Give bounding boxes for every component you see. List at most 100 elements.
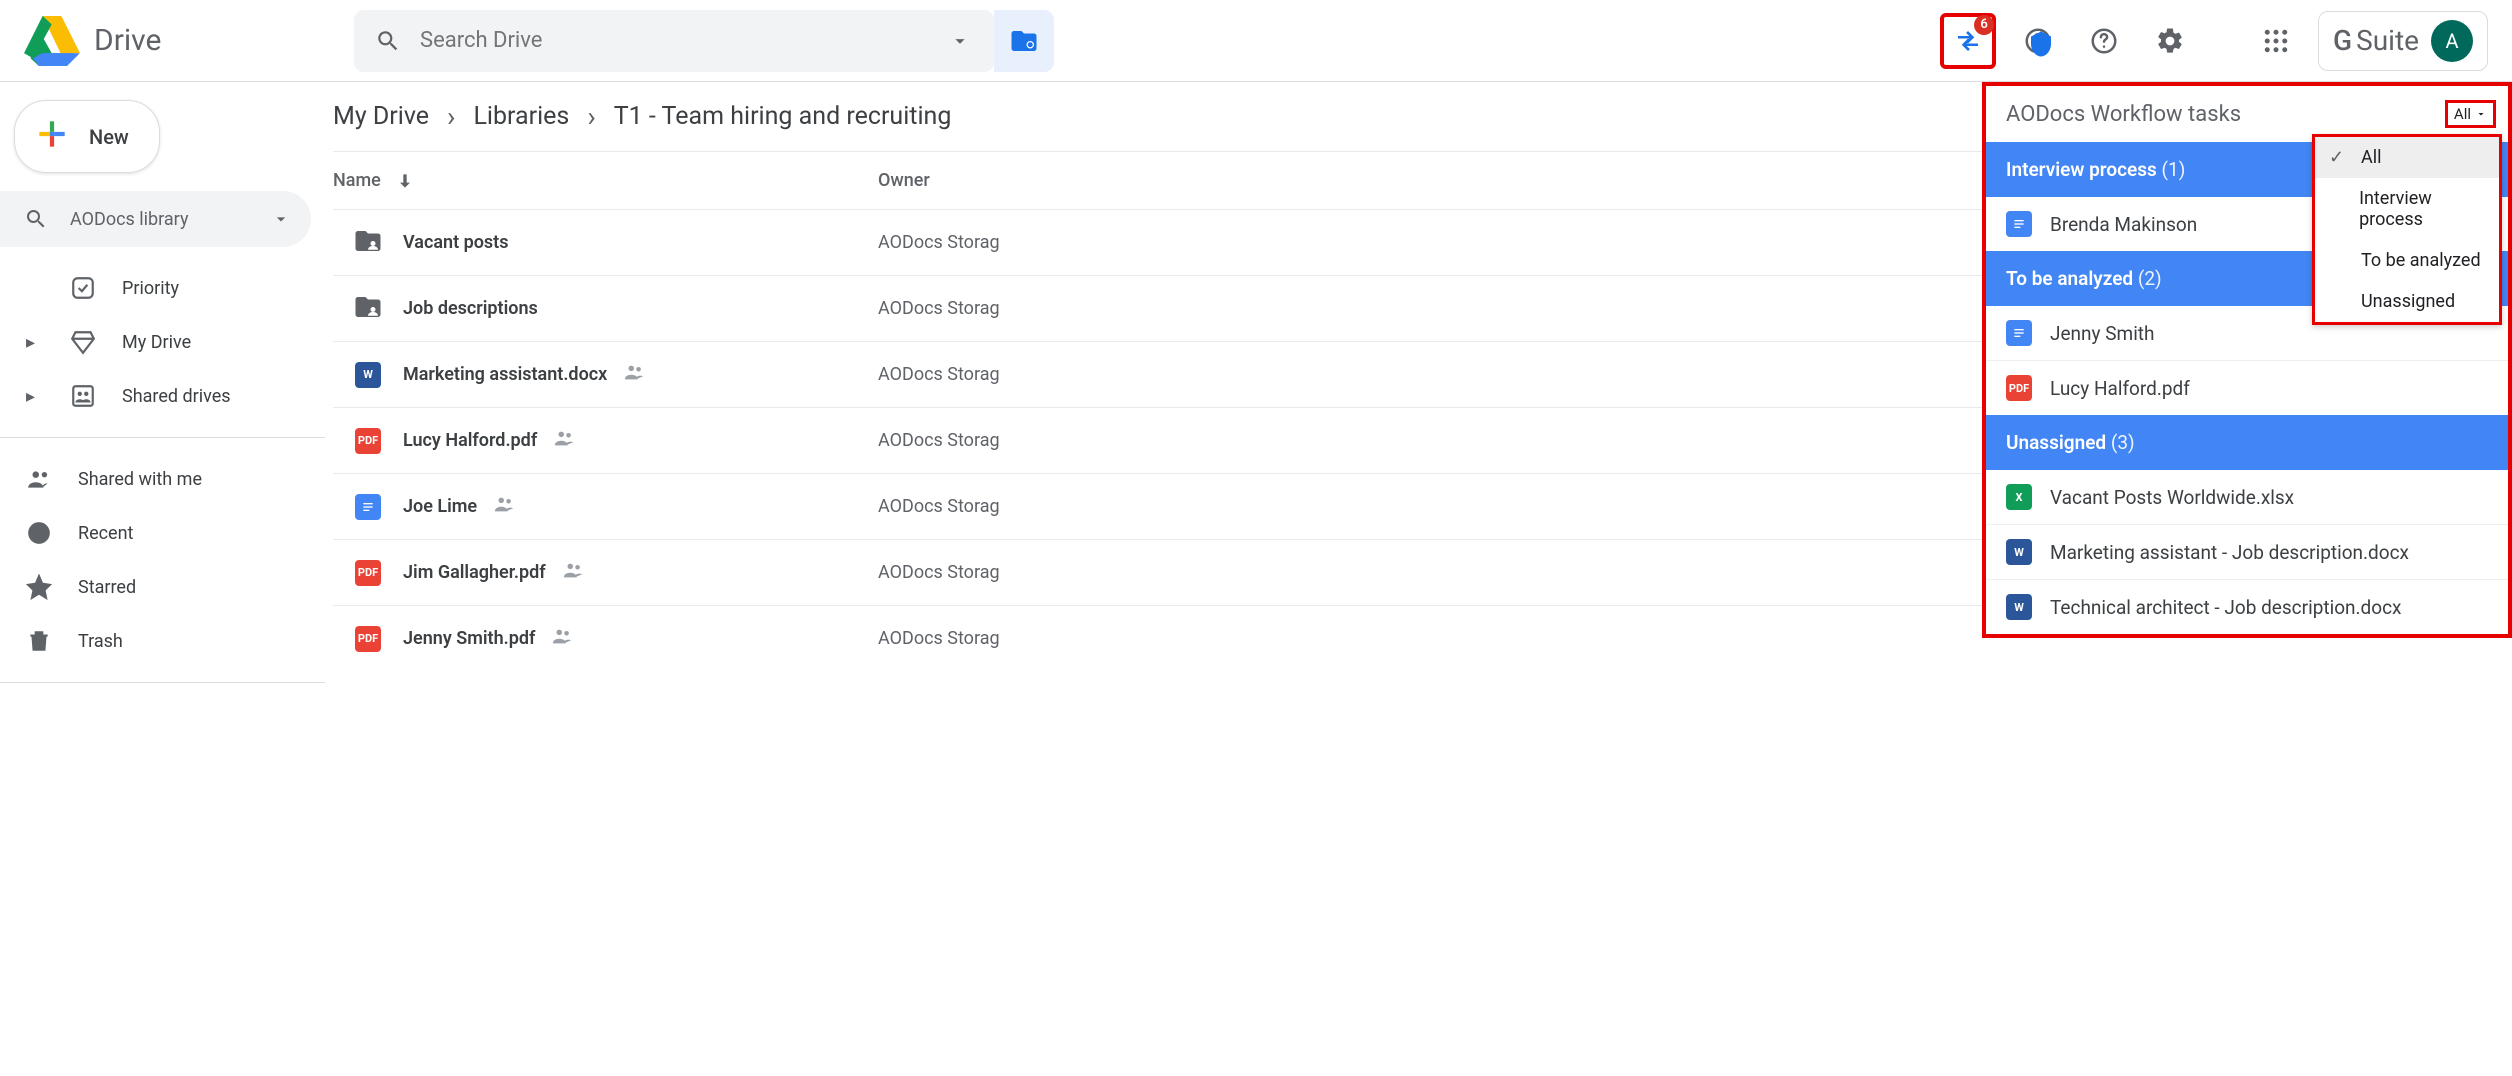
file-name: Job descriptions — [403, 298, 538, 319]
workflow-filter-option[interactable]: Interview process — [2315, 178, 2499, 240]
gsuite-label: G Suite — [2333, 24, 2419, 57]
file-owner: AODocs Storag — [878, 496, 1000, 517]
pdf-icon: PDF — [355, 560, 381, 586]
workflow-filter-option[interactable]: ✓All — [2315, 137, 2499, 178]
file-owner: AODocs Storag — [878, 562, 1000, 583]
expand-icon[interactable]: ▸ — [26, 332, 44, 353]
search-input[interactable] — [412, 28, 936, 53]
workflow-tasks-button[interactable]: 6 — [1940, 13, 1996, 69]
sidebar-item-recent[interactable]: Recent — [0, 506, 325, 560]
col-owner[interactable]: Owner — [878, 170, 930, 191]
search-icon[interactable] — [364, 17, 412, 65]
new-button-label: New — [89, 125, 129, 149]
chevron-right-icon: › — [587, 100, 595, 133]
chevron-down-icon — [271, 209, 291, 229]
help-button[interactable] — [2080, 17, 2128, 65]
search-icon — [24, 207, 48, 231]
sidebar-item-shared-with-me[interactable]: Shared with me — [0, 452, 325, 506]
file-owner: AODocs Storag — [878, 364, 1000, 385]
library-selector[interactable]: AODocs library — [0, 191, 311, 247]
breadcrumb-segment[interactable]: My Drive — [333, 102, 429, 131]
check-icon: ✓ — [2329, 147, 2347, 168]
breadcrumb-segment[interactable]: Libraries — [473, 102, 569, 131]
workflow-filter-chip[interactable]: All — [2445, 100, 2496, 128]
file-name: Lucy Halford.pdf — [403, 430, 537, 451]
sidebar-item-label: Recent — [78, 523, 133, 544]
pdf-icon: PDF — [2006, 375, 2032, 401]
col-name[interactable]: Name — [333, 170, 381, 191]
library-selector-label: AODocs library — [70, 209, 249, 230]
workflow-task-label: Technical architect - Job description.do… — [2050, 596, 2401, 619]
shared-icon — [493, 493, 515, 515]
pdf-icon: PDF — [355, 428, 381, 454]
file-name: Jenny Smith.pdf — [403, 628, 535, 649]
file-name: Joe Lime — [403, 496, 477, 517]
workflow-task-label: Vacant Posts Worldwide.xlsx — [2050, 486, 2294, 509]
workflow-group-header[interactable]: Unassigned (3) — [1986, 415, 2508, 470]
settings-button[interactable] — [2146, 17, 2194, 65]
aodocs-help-button[interactable] — [2014, 17, 2062, 65]
search-dropdown-icon[interactable] — [936, 17, 984, 65]
breadcrumb-segment[interactable]: T1 - Team hiring and recruiting — [614, 102, 952, 131]
main-content: My Drive › Libraries › T1 - Team hiring and … — [325, 82, 2512, 683]
workflow-task-item[interactable]: W Marketing assistant - Job description.d… — [1986, 524, 2508, 579]
workflow-panel: AODocs Workflow tasks All Interview proc… — [1982, 82, 2512, 638]
folder-icon — [353, 292, 383, 326]
sidebar-item-trash[interactable]: Trash — [0, 614, 325, 668]
chevron-down-icon — [2475, 108, 2487, 120]
sidebar-item-priority[interactable]: Priority — [0, 261, 325, 315]
workflow-filter-option[interactable]: To be analyzed — [2315, 240, 2499, 281]
workflow-task-item[interactable]: XVacant Posts Worldwide.xlsx — [1986, 470, 2508, 524]
quick-access-button[interactable] — [994, 10, 1054, 72]
file-owner: AODocs Storag — [878, 232, 1000, 253]
file-owner: AODocs Storag — [878, 298, 1000, 319]
gdoc-icon — [2006, 320, 2032, 346]
sidebar-item-label: Shared with me — [78, 469, 202, 490]
gdoc-icon — [2006, 211, 2032, 237]
app-name: Drive — [94, 23, 161, 58]
sidebar-item-label: Shared drives — [122, 386, 231, 407]
word-icon: W — [2006, 539, 2032, 565]
gsuite-chip[interactable]: G Suite A — [2318, 11, 2488, 71]
header-actions: 6 G Suite A — [1940, 11, 2488, 71]
shared-icon — [623, 361, 645, 383]
shared-icon — [551, 625, 573, 647]
sidebar-item-label: Trash — [78, 631, 123, 652]
workflow-task-item[interactable]: W Technical architect - Job description.d… — [1986, 579, 2508, 634]
file-name: Marketing assistant.docx — [403, 364, 607, 385]
sidebar-item-label: Priority — [122, 278, 179, 299]
sidebar-item-starred[interactable]: Starred — [0, 560, 325, 614]
account-avatar[interactable]: A — [2431, 20, 2473, 62]
workflow-filter-dropdown: ✓AllInterview processTo be analyzedUnass… — [2312, 134, 2502, 325]
apps-button[interactable] — [2252, 17, 2300, 65]
word-icon: W — [355, 362, 381, 388]
file-owner: AODocs Storag — [878, 628, 1000, 649]
sort-arrow-icon[interactable] — [395, 171, 415, 191]
file-name: Jim Gallagher.pdf — [403, 562, 546, 583]
plus-icon — [33, 115, 71, 158]
chevron-right-icon: › — [447, 100, 455, 133]
gdoc-icon — [355, 494, 381, 520]
workflow-task-label: Lucy Halford.pdf — [2050, 377, 2190, 400]
workflow-filter-option[interactable]: Unassigned — [2315, 281, 2499, 322]
workflow-task-label: Jenny Smith — [2050, 322, 2155, 345]
folder-icon — [353, 226, 383, 260]
workflow-task-label: Brenda Makinson — [2050, 213, 2197, 236]
expand-icon[interactable]: ▸ — [26, 386, 44, 407]
sidebar-item-shared-drives[interactable]: ▸ Shared drives — [0, 369, 325, 423]
logo-block[interactable]: Drive — [24, 16, 354, 66]
workflow-title: AODocs Workflow tasks — [2006, 102, 2241, 127]
search-bar[interactable] — [354, 10, 994, 72]
shared-icon — [553, 427, 575, 449]
drive-logo-icon — [24, 16, 80, 66]
sidebar-item-label: Starred — [78, 577, 136, 598]
workflow-badge: 6 — [1974, 15, 1994, 35]
workflow-task-label: Marketing assistant - Job description.do… — [2050, 541, 2409, 564]
new-button[interactable]: New — [14, 100, 160, 173]
shared-icon — [562, 559, 584, 581]
workflow-task-item[interactable]: PDF Lucy Halford.pdf — [1986, 360, 2508, 415]
sidebar: New AODocs library Priority▸My Drive▸Sha… — [0, 82, 325, 683]
file-owner: AODocs Storag — [878, 430, 1000, 451]
sidebar-item-my-drive[interactable]: ▸My Drive — [0, 315, 325, 369]
word-icon: W — [2006, 594, 2032, 620]
